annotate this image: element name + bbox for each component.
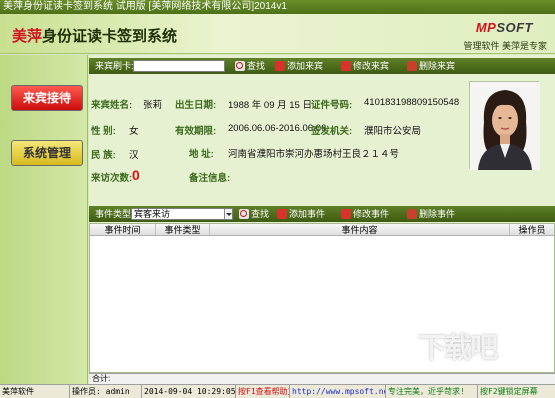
sidebar-item-guest-reception[interactable]: 来宾接待 <box>11 85 83 111</box>
add-event-button[interactable]: 添加事件 <box>277 206 325 222</box>
name-value: 张莉 <box>143 100 163 111</box>
id-label: 证件号码: <box>311 100 353 111</box>
column-header-content[interactable]: 事件内容 <box>210 224 510 236</box>
app-title-brand: 美萍 <box>12 28 43 45</box>
column-header-time[interactable]: 事件时间 <box>90 224 156 236</box>
edit-guest-label: 修改来宾 <box>353 61 390 71</box>
status-lock-hint: 按F2键锁定屏幕 <box>480 387 538 396</box>
authority-label: 签发机关: <box>311 126 353 137</box>
delete-event-button[interactable]: 删除事件 <box>407 206 455 222</box>
event-search-label: 查找 <box>251 209 270 219</box>
birth-label: 出生日期: <box>175 100 217 111</box>
event-type-select[interactable]: 宾客来访 <box>131 208 233 220</box>
total-label: 合计: <box>92 374 111 383</box>
header-slogan: 管理软件 美萍是专家 <box>463 41 547 51</box>
delete-icon <box>407 61 417 71</box>
app-title-rest: 身份证读卡签到系统 <box>42 28 178 45</box>
delete-guest-button[interactable]: 删除来宾 <box>407 58 455 74</box>
nation-label: 民 族: <box>91 150 116 161</box>
add-event-label: 添加事件 <box>289 209 326 219</box>
authority-value: 濮阳市公安局 <box>364 126 422 137</box>
id-value: 410183198809150548 <box>364 97 460 108</box>
column-header-operator[interactable]: 操作员 <box>510 224 554 236</box>
visits-count: 0 <box>132 167 140 183</box>
edit-icon <box>341 61 351 71</box>
nation-value: 汉 <box>129 150 139 161</box>
delete-event-label: 删除事件 <box>419 209 456 219</box>
guest-photo <box>469 81 540 170</box>
total-count-bar: 合计: <box>89 373 555 384</box>
status-software: 美萍软件 <box>0 385 70 398</box>
window-titlebar: 美萍身份证读卡签到系统 试用版 [美萍网络技术有限公司]2014v1 <box>0 0 555 14</box>
app-header: 美萍身份证读卡签到系统 MPSOFT 管理软件 美萍是专家 <box>0 14 555 54</box>
chevron-down-icon <box>224 209 232 219</box>
search-icon <box>235 61 245 71</box>
birth-value: 1988 年 09 月 15 日 <box>228 100 312 111</box>
event-type-label: 事件类型: <box>95 209 134 219</box>
event-toolbar: 事件类型: 宾客来访 查找 添加事件 修改事件 删除事件 <box>89 206 555 222</box>
visits-label: 来访次数: <box>91 173 133 184</box>
guest-search-button[interactable]: 查找 <box>235 58 265 74</box>
notes-label: 备注信息: <box>189 173 231 184</box>
portrait-image <box>470 82 540 170</box>
card-swipe-input[interactable] <box>133 60 225 72</box>
add-icon <box>277 209 287 219</box>
event-search-button[interactable]: 查找 <box>239 206 269 222</box>
edit-guest-button[interactable]: 修改来宾 <box>341 58 389 74</box>
sidebar-item-system-management[interactable]: 系统管理 <box>11 140 83 166</box>
status-url[interactable]: http://www.mpsoft.net.cn <box>290 385 386 398</box>
valid-label: 有效期限: <box>175 126 217 137</box>
edit-icon <box>341 209 351 219</box>
watermark-logo: 下载吧 <box>418 332 498 363</box>
window-title: 美萍身份证读卡签到系统 试用版 [美萍网络技术有限公司]2014v1 <box>3 1 287 12</box>
address-value: 河南省濮阳市崇河办惠场村王良２１４号 <box>228 149 400 160</box>
app-title: 美萍身份证读卡签到系统 <box>12 25 177 46</box>
event-type-value: 宾客来访 <box>134 209 171 219</box>
column-header-type[interactable]: 事件类型 <box>156 224 210 236</box>
status-help: 按F1查看帮助文档 <box>236 385 290 398</box>
status-bar: 美萍软件 操作员: admin 2014-09-04 10:29:05 按F1查… <box>0 384 555 398</box>
add-guest-button[interactable]: 添加来宾 <box>275 58 323 74</box>
status-operator: 操作员: admin <box>70 385 142 398</box>
address-label: 地 址: <box>189 149 214 160</box>
add-guest-label: 添加来宾 <box>287 61 324 71</box>
card-swipe-label: 来宾刷卡: <box>95 61 134 71</box>
sidebar: 来宾接待 系统管理 <box>0 55 88 384</box>
status-datetime: 2014-09-04 10:29:05 <box>144 385 236 398</box>
event-table-header: 事件时间 事件类型 事件内容 操作员 <box>90 224 554 236</box>
edit-event-label: 修改事件 <box>353 209 390 219</box>
logo-sub: SOFT <box>496 20 533 35</box>
delete-icon <box>407 209 417 219</box>
guest-toolbar: 来宾刷卡: 查找 添加来宾 修改来宾 删除来宾 <box>89 58 555 74</box>
add-icon <box>275 61 285 71</box>
mpsoft-logo: MPSOFT <box>476 20 533 35</box>
logo-main: MP <box>475 20 497 35</box>
sex-value: 女 <box>129 126 139 137</box>
guest-info-panel: 来宾姓名: 张莉 出生日期: 1988 年 09 月 15 日 证件号码: 41… <box>89 75 555 205</box>
delete-guest-label: 删除来宾 <box>419 61 456 71</box>
guest-search-label: 查找 <box>247 61 266 71</box>
status-slogan: 专注完美，近乎苛求! <box>386 385 478 398</box>
name-label: 来宾姓名: <box>91 100 133 111</box>
search-icon <box>239 209 249 219</box>
edit-event-button[interactable]: 修改事件 <box>341 206 389 222</box>
sex-label: 性 别: <box>91 126 116 137</box>
